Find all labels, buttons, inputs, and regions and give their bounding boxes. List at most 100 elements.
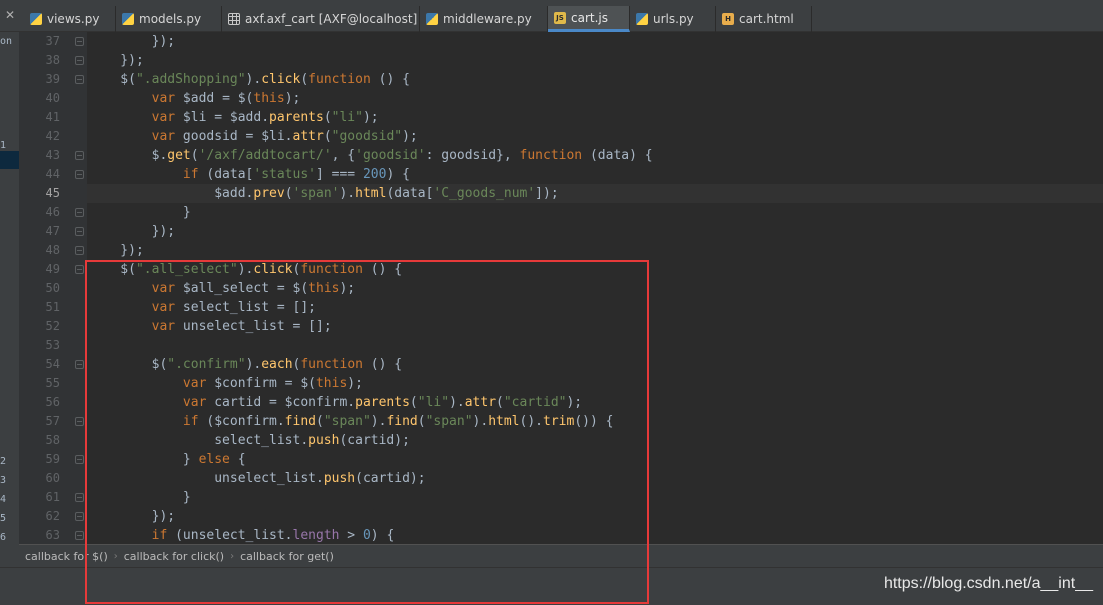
code-text: if (data['status'] === 200) {	[182, 167, 410, 182]
code-editor[interactable]: }); }); $(".addShopping").click(function…	[87, 32, 1103, 544]
code-line[interactable]: });	[87, 507, 175, 526]
code-line[interactable]: unselect_list.push(cartid);	[87, 469, 426, 488]
code-line[interactable]: var unselect_list = [];	[87, 317, 332, 336]
tab-axf-cart-table[interactable]: axf.axf_cart [AXF@localhost]	[222, 6, 420, 32]
line-number-gutter[interactable]: 37 38 39 40 41 42 43 44 45 46 47 48 49 50 51 52 53 54 55 56…	[19, 32, 87, 544]
tab-label: cart.html	[739, 12, 794, 26]
fold-marker-icon[interactable]	[75, 417, 84, 426]
code-text: }	[89, 490, 191, 505]
tab-middleware-py[interactable]: middleware.py	[420, 6, 548, 32]
line-number: 38	[45, 53, 60, 67]
line-number: 58	[45, 433, 60, 447]
project-tree-stub: 1	[0, 140, 7, 151]
code-line[interactable]: if (data['status'] === 200) {	[87, 165, 410, 184]
line-number: 55	[45, 376, 60, 390]
fold-marker-icon[interactable]	[75, 455, 84, 464]
line-number: 40	[45, 91, 60, 105]
python-file-icon	[636, 13, 648, 25]
code-line[interactable]: select_list.push(cartid);	[87, 431, 410, 450]
fold-marker-icon[interactable]	[75, 512, 84, 521]
code-line[interactable]: $(".addShopping").click(function () {	[87, 70, 410, 89]
fold-marker-icon[interactable]	[75, 360, 84, 369]
code-line[interactable]: }	[87, 488, 191, 507]
code-text: var $confirm = $(this);	[182, 376, 363, 391]
code-line[interactable]: });	[87, 222, 175, 241]
code-line[interactable]: var $confirm = $(this);	[87, 374, 363, 393]
code-line[interactable]	[87, 336, 89, 355]
project-panel-edge[interactable]: on 1 2 3 4 5 6	[0, 32, 19, 567]
code-text: unselect_list.push(cartid);	[89, 471, 426, 486]
line-number: 57	[45, 414, 60, 428]
tab-urls-py[interactable]: urls.py	[630, 6, 716, 32]
code-line[interactable]: $(".confirm").each(function () {	[87, 355, 403, 374]
fold-marker-icon[interactable]	[75, 75, 84, 84]
code-line[interactable]: if (unselect_list.length > 0) {	[87, 526, 395, 544]
editor-tab-bar: ✕ views.py models.py axf.axf_cart [AXF@l…	[0, 0, 1103, 32]
fold-marker-icon[interactable]	[75, 531, 84, 540]
fold-marker-icon[interactable]	[75, 493, 84, 502]
tab-label: views.py	[47, 12, 100, 26]
line-number: 47	[45, 224, 60, 238]
line-number: 41	[45, 110, 60, 124]
code-text: var $add = $(this);	[151, 91, 301, 106]
fold-marker-icon[interactable]	[75, 265, 84, 274]
fold-marker-icon[interactable]	[75, 151, 84, 160]
html-file-icon: H	[722, 13, 734, 25]
code-line[interactable]: });	[87, 51, 144, 70]
line-number: 52	[45, 319, 60, 333]
tab-cart-html[interactable]: H cart.html	[716, 6, 812, 32]
python-file-icon	[30, 13, 42, 25]
code-line[interactable]: });	[87, 241, 144, 260]
tab-label: middleware.py	[443, 12, 532, 26]
code-line[interactable]: $(".all_select").click(function () {	[87, 260, 402, 279]
code-text: });	[89, 243, 144, 258]
code-text: var goodsid = $li.attr("goodsid");	[151, 129, 418, 144]
line-number: 48	[45, 243, 60, 257]
line-number: 54	[45, 357, 60, 371]
code-line[interactable]: $.get('/axf/addtocart/', {'goodsid': goo…	[87, 146, 653, 165]
code-text: var $all_select = $(this);	[151, 281, 356, 296]
tab-label: models.py	[139, 12, 202, 26]
code-line[interactable]: var $li = $add.parents("li");	[87, 108, 379, 127]
line-number: 56	[45, 395, 60, 409]
tab-views-py[interactable]: views.py	[24, 6, 116, 32]
breadcrumb-item[interactable]: callback for click()	[118, 550, 230, 563]
code-text: if (unselect_list.length > 0) {	[151, 528, 395, 543]
code-text: });	[89, 34, 176, 49]
tab-cart-js[interactable]: JS cart.js	[548, 6, 630, 32]
code-line[interactable]: if ($confirm.find("span").find("span").h…	[87, 412, 614, 431]
code-text: if ($confirm.find("span").find("span").h…	[182, 414, 614, 429]
code-line[interactable]: }	[87, 203, 191, 222]
fold-marker-icon[interactable]	[75, 56, 84, 65]
fold-marker-icon[interactable]	[75, 37, 84, 46]
project-tree-stub: on	[0, 36, 13, 47]
code-line[interactable]: var cartid = $confirm.parents("li").attr…	[87, 393, 582, 412]
code-line[interactable]: });	[87, 32, 175, 51]
line-number: 44	[45, 167, 60, 181]
tab-models-py[interactable]: models.py	[116, 6, 222, 32]
fold-marker-icon[interactable]	[75, 227, 84, 236]
code-line[interactable]: var $add = $(this);	[87, 89, 301, 108]
fold-marker-icon[interactable]	[75, 170, 84, 179]
code-text: });	[89, 53, 144, 68]
code-line[interactable]: } else {	[87, 450, 246, 469]
line-number: 39	[45, 72, 60, 86]
line-number: 60	[45, 471, 60, 485]
line-number: 51	[45, 300, 60, 314]
fold-marker-icon[interactable]	[75, 208, 84, 217]
fold-marker-icon[interactable]	[75, 246, 84, 255]
code-line[interactable]: var $all_select = $(this);	[87, 279, 356, 298]
code-text: $.get('/axf/addtocart/', {'goodsid': goo…	[89, 148, 653, 163]
breadcrumb: callback for $() › callback for click() …	[19, 544, 1103, 567]
project-tree-stub: 4	[0, 494, 7, 505]
tab-label: cart.js	[571, 10, 608, 25]
code-line[interactable]: $add.prev('span').html(data['C_goods_num…	[87, 184, 1103, 203]
code-line[interactable]: var select_list = [];	[87, 298, 316, 317]
line-number: 45	[45, 186, 60, 200]
line-number: 50	[45, 281, 60, 295]
breadcrumb-item[interactable]: callback for get()	[234, 550, 340, 563]
line-number: 62	[45, 509, 60, 523]
code-line[interactable]: var goodsid = $li.attr("goodsid");	[87, 127, 418, 146]
close-icon[interactable]: ✕	[3, 8, 17, 22]
breadcrumb-item[interactable]: callback for $()	[19, 550, 114, 563]
